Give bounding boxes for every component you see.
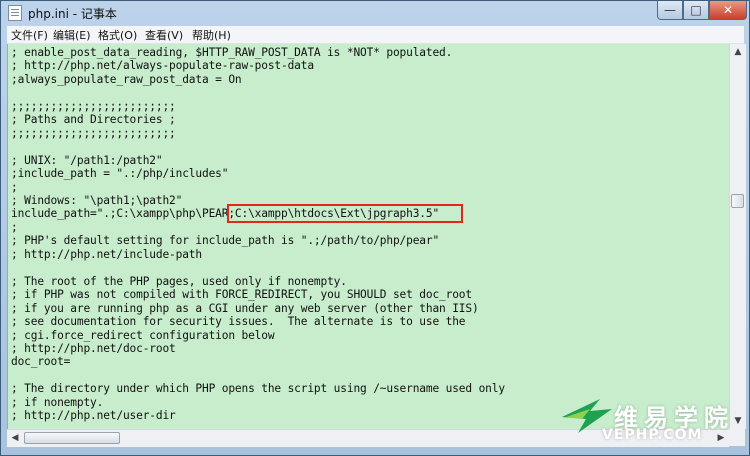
scroll-left-arrow-icon[interactable]: ◀ <box>7 430 23 447</box>
editor-line: ​ <box>11 86 505 99</box>
menu-edit[interactable]: 编辑(E) <box>53 27 91 43</box>
editor-line: ;always_populate_raw_post_data = On <box>11 72 242 86</box>
editor-line: ; enable_post_data_reading, $HTTP_RAW_PO… <box>11 46 453 59</box>
editor-line: ; http://php.net/user-dir <box>11 409 176 423</box>
editor-line: ; The root of the PHP pages, used only i… <box>11 274 347 288</box>
highlight-annotation-box <box>227 204 463 223</box>
horizontal-scroll-thumb[interactable] <box>24 432 120 444</box>
title-bar[interactable]: php.ini - 记事本 — □ ✕ <box>1 1 749 25</box>
scroll-up-arrow-icon[interactable]: ▲ <box>730 44 746 60</box>
vertical-scrollbar[interactable]: ▲ ▼ <box>729 44 746 429</box>
editor-line: doc_root= <box>11 355 71 369</box>
watermark: 维易学院 VEPHP.COM <box>560 395 740 450</box>
editor-line: ​ <box>11 140 505 153</box>
editor-line: ;include_path = ".:/php/includes" <box>11 167 229 181</box>
editor-lines: ; enable_post_data_reading, $HTTP_RAW_PO… <box>11 46 505 423</box>
menu-view[interactable]: 查看(V) <box>145 27 183 43</box>
editor-line: ; Paths and Directories ; <box>11 113 176 127</box>
maximize-button[interactable]: □ <box>683 1 709 20</box>
editor-line: ;;;;;;;;;;;;;;;;;;;;;;;;; <box>11 99 176 113</box>
menu-help[interactable]: 帮助(H) <box>192 27 231 43</box>
editor-line: ; if you are running php as a CGI under … <box>11 301 479 315</box>
vertical-scroll-thumb[interactable] <box>731 194 744 208</box>
editor-line: ; PHP's default setting for include_path… <box>11 234 440 248</box>
editor-line: ; The directory under which PHP opens th… <box>11 382 505 396</box>
editor-line: ; cgi.force_redirect configuration below <box>11 328 275 342</box>
close-button[interactable]: ✕ <box>709 1 747 20</box>
notepad-window: php.ini - 记事本 — □ ✕ 文件(F) 编辑(E) 格式(O) 查看… <box>0 0 750 456</box>
menu-file[interactable]: 文件(F) <box>11 27 48 43</box>
editor-line: ; if PHP was not compiled with FORCE_RED… <box>11 288 472 302</box>
editor-line: ; if nonempty. <box>11 395 104 409</box>
editor-line: ;;;;;;;;;;;;;;;;;;;;;;;;; <box>11 126 176 140</box>
editor-line: ​ <box>11 261 505 274</box>
editor-line: ; UNIX: "/path1:/path2" <box>11 153 163 167</box>
editor-line: ​ <box>11 369 505 382</box>
notepad-icon <box>8 5 22 21</box>
window-title: php.ini - 记事本 <box>28 7 117 21</box>
editor-line: ; <box>11 180 18 194</box>
text-editor[interactable]: ; enable_post_data_reading, $HTTP_RAW_PO… <box>7 44 730 429</box>
editor-line: ; http://php.net/doc-root <box>11 341 176 355</box>
editor-line: ; see documentation for security issues.… <box>11 315 466 329</box>
editor-line: ; http://php.net/include-path <box>11 247 202 261</box>
watermark-en-text: VEPHP.COM <box>602 427 703 443</box>
menu-format[interactable]: 格式(O) <box>98 27 137 43</box>
minimize-button[interactable]: — <box>657 1 683 20</box>
editor-line: ; http://php.net/always-populate-raw-pos… <box>11 59 314 73</box>
menu-bar: 文件(F) 编辑(E) 格式(O) 查看(V) 帮助(H) <box>7 26 744 44</box>
